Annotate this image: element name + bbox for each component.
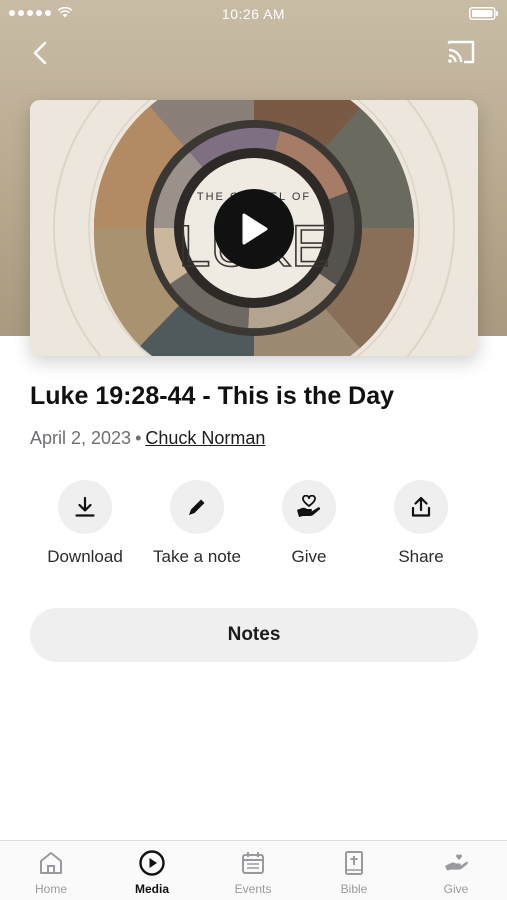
tab-media[interactable]: Media <box>112 849 192 896</box>
tab-bible[interactable]: Bible <box>314 849 394 896</box>
meta-separator: • <box>135 428 142 448</box>
share-icon <box>411 496 431 517</box>
play-icon <box>242 213 268 245</box>
notes-button-label: Notes <box>227 624 281 645</box>
notes-button[interactable]: Notes <box>30 608 478 662</box>
back-button[interactable] <box>28 38 54 68</box>
give-button-circle[interactable] <box>282 480 336 534</box>
cast-icon <box>447 40 475 64</box>
cast-button[interactable] <box>445 38 477 66</box>
play-circle-icon <box>139 850 165 876</box>
tab-home[interactable]: Home <box>11 849 91 896</box>
tab-media-label: Media <box>134 882 169 896</box>
take-note-button[interactable]: Take a note <box>141 480 253 567</box>
share-label: Share <box>398 547 444 566</box>
status-bar: 10:26 AM <box>0 0 507 28</box>
give-icon <box>445 854 468 871</box>
tab-give[interactable]: Give <box>416 849 496 896</box>
tab-events-label: Events <box>234 882 272 896</box>
calendar-icon <box>242 852 264 874</box>
sermon-title: Luke 19:28-44 - This is the Day <box>30 382 395 410</box>
status-time: 10:26 AM <box>221 6 286 22</box>
tab-give-label: Give <box>443 882 469 896</box>
take-note-button-circle[interactable] <box>170 480 224 534</box>
play-button[interactable] <box>214 189 294 269</box>
bible-icon <box>345 851 363 875</box>
home-icon <box>40 852 62 874</box>
take-note-label: Take a note <box>153 547 241 566</box>
battery-icon <box>469 7 498 20</box>
tab-bible-label: Bible <box>340 882 368 896</box>
share-button[interactable]: Share <box>365 480 477 567</box>
download-label: Download <box>47 547 123 566</box>
chevron-left-icon <box>33 41 47 65</box>
download-button[interactable]: Download <box>29 480 141 567</box>
share-button-circle[interactable] <box>394 480 448 534</box>
hand-heart-icon <box>297 495 321 517</box>
download-button-circle[interactable] <box>58 480 112 534</box>
give-label: Give <box>291 547 327 566</box>
tab-events[interactable]: Events <box>213 849 293 896</box>
speaker-link[interactable]: Chuck Norman <box>145 428 265 448</box>
action-row: Download Take a note Give Share <box>0 480 507 570</box>
sermon-meta: April 2, 2023 • Chuck Norman <box>30 428 265 449</box>
video-thumbnail[interactable]: THE GOSPEL OF LUKE <box>30 100 478 356</box>
pencil-icon <box>189 499 205 515</box>
tab-home-label: Home <box>34 882 67 896</box>
sermon-date: April 2, 2023 <box>30 428 132 448</box>
download-icon <box>75 496 95 517</box>
give-button[interactable]: Give <box>253 480 365 567</box>
tab-bar: Home Media Events Bible Give <box>0 840 507 900</box>
